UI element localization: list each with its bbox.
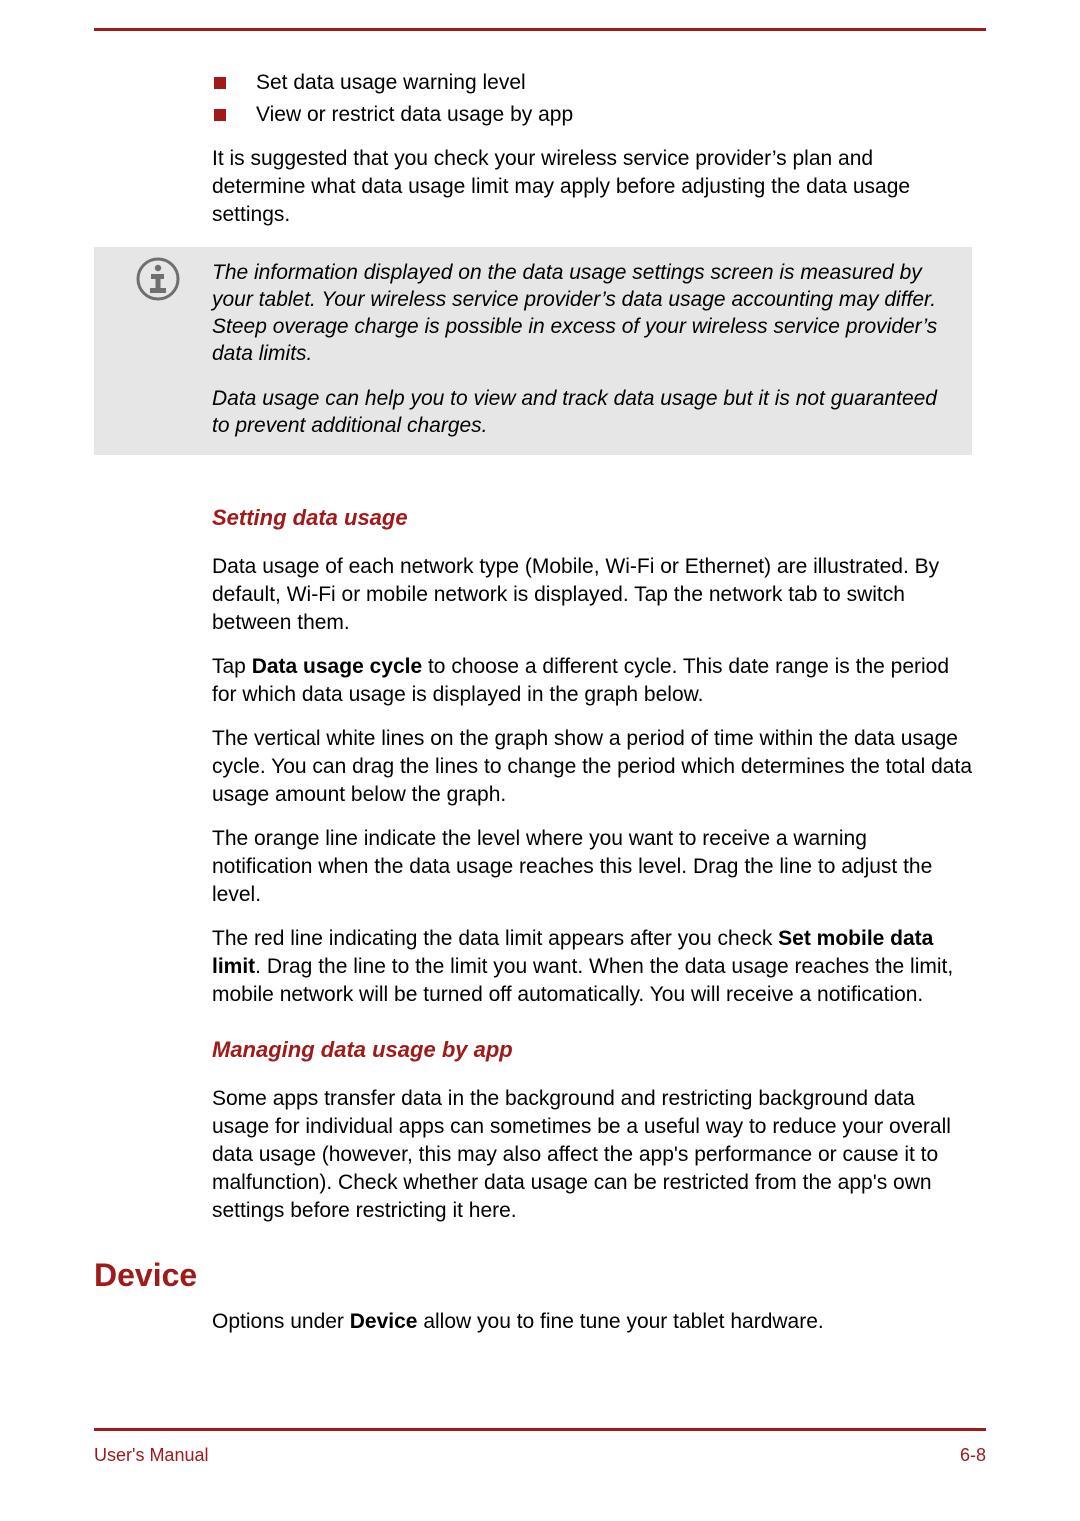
list-item: Set data usage warning level [212,69,972,97]
body-paragraph: Tap Data usage cycle to choose a differe… [212,653,972,709]
body-paragraph: The red line indicating the data limit a… [212,925,972,1009]
note-paragraph: Data usage can help you to view and trac… [212,385,956,439]
square-bullet-icon [214,109,226,121]
heading-device: Device [94,1257,986,1294]
page-content: Set data usage warning level View or res… [94,28,986,1336]
subheading-setting-data-usage: Setting data usage [212,505,972,531]
body-paragraph: The vertical white lines on the graph sh… [212,725,972,809]
bold-text: Data usage cycle [252,655,422,678]
page-footer: User's Manual 6-8 [94,1428,986,1466]
text-fragment: Tap [212,655,252,678]
note-paragraph: The information displayed on the data us… [212,259,956,367]
subheading-managing-data-usage: Managing data usage by app [212,1037,972,1063]
body-paragraph: Data usage of each network type (Mobile,… [212,553,972,637]
note-callout: The information displayed on the data us… [94,247,972,455]
footer-left-text: User's Manual [94,1445,208,1466]
header-rule [94,28,986,31]
body-paragraph: The orange line indicate the level where… [212,825,972,909]
body-paragraph: Some apps transfer data in the backgroun… [212,1085,972,1225]
body-paragraph: Options under Device allow you to fine t… [212,1308,972,1336]
body-paragraph: It is suggested that you check your wire… [212,145,972,229]
footer-row: User's Manual 6-8 [94,1445,986,1466]
bullet-text: View or restrict data usage by app [256,101,573,129]
bullet-text: Set data usage warning level [256,69,526,97]
text-fragment: allow you to fine tune your tablet hardw… [417,1310,823,1333]
footer-rule [94,1428,986,1431]
content-column: Options under Device allow you to fine t… [212,1308,972,1336]
content-column: Set data usage warning level View or res… [212,69,972,1225]
info-icon [136,257,180,301]
bullet-list: Set data usage warning level View or res… [212,69,972,129]
footer-page-number: 6-8 [960,1445,986,1466]
text-fragment: Options under [212,1310,350,1333]
bold-text: Device [350,1310,418,1333]
text-fragment: . Drag the line to the limit you want. W… [212,955,953,1006]
text-fragment: The red line indicating the data limit a… [212,927,778,950]
square-bullet-icon [214,77,226,89]
list-item: View or restrict data usage by app [212,101,972,129]
